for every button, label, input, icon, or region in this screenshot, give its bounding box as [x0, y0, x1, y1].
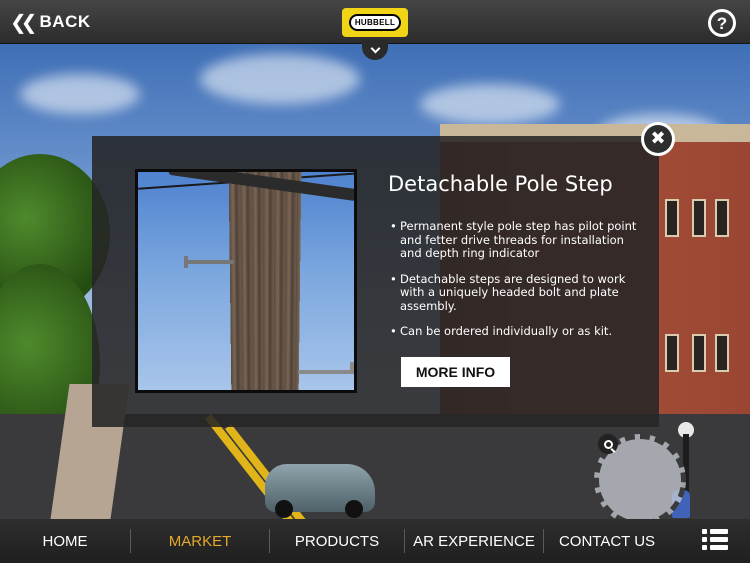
nav-products[interactable]: PRODUCTS — [270, 519, 404, 563]
pole-step — [186, 260, 234, 264]
logo-text: HUBBELL — [354, 18, 396, 27]
back-button[interactable]: ❮❮ BACK — [10, 8, 91, 36]
nav-ar-experience[interactable]: AR EXPERIENCE — [405, 519, 543, 563]
pole-step — [298, 370, 354, 374]
nav-market[interactable]: MARKET — [131, 519, 269, 563]
more-info-button[interactable]: MORE INFO — [401, 357, 510, 387]
help-button[interactable]: ? — [708, 9, 736, 37]
feature-bullet: Detachable steps are designed to work wi… — [390, 272, 640, 314]
modal-title: Detachable Pole Step — [388, 172, 613, 196]
product-image — [135, 169, 357, 393]
back-label: BACK — [39, 12, 91, 31]
menu-button[interactable] — [702, 529, 728, 551]
feature-bullet: Can be ordered individually or as kit. — [390, 324, 640, 339]
close-icon: ✖ — [650, 128, 666, 149]
cloud — [20, 74, 140, 114]
close-button[interactable]: ✖ — [641, 122, 675, 156]
double-chevron-left-icon: ❮❮ — [10, 10, 37, 34]
hubbell-logo: HUBBELL — [342, 8, 408, 37]
car — [265, 464, 375, 518]
utility-pole — [228, 172, 302, 390]
bottom-nav: HOME MARKET PRODUCTS AR EXPERIENCE CONTA… — [0, 519, 750, 563]
cloud — [420, 84, 560, 124]
nav-contact-us[interactable]: CONTACT US — [544, 519, 670, 563]
search-icon — [603, 439, 613, 449]
nav-home[interactable]: HOME — [0, 519, 130, 563]
product-modal: Detachable Pole Step Permanent style pol… — [92, 122, 675, 427]
question-icon: ? — [716, 13, 728, 33]
minimap-zoom-button[interactable] — [598, 434, 618, 454]
feature-list: Permanent style pole step has pilot poin… — [390, 219, 640, 351]
cloud — [200, 54, 360, 104]
feature-bullet: Permanent style pole step has pilot poin… — [390, 219, 640, 261]
top-bar: ❮❮ BACK HUBBELL ? — [0, 0, 750, 44]
chevron-down-icon — [370, 43, 380, 53]
